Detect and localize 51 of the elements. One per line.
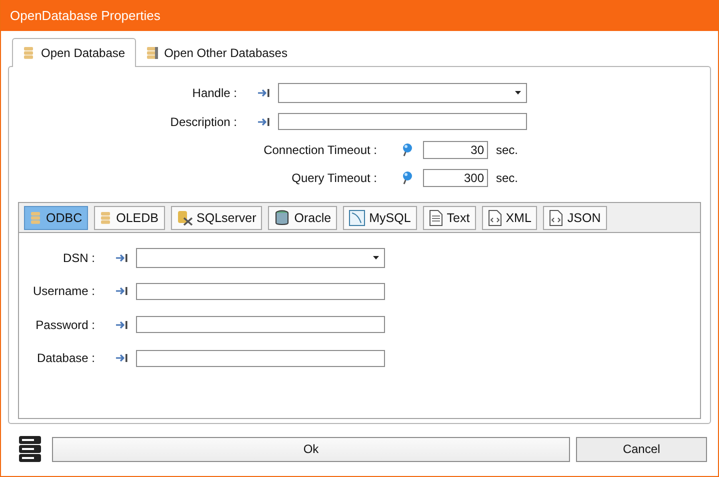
caret-icon [515,90,521,94]
input-field[interactable]: 300 [423,169,488,187]
source-button[interactable]: SQLserver [170,206,262,230]
field-label: Description : [169,114,237,128]
database-icon [274,210,290,226]
arrow-icon [116,286,128,296]
input-field[interactable]: 30 [423,141,488,159]
field-label: Username : [32,284,95,298]
pin-icon [401,171,413,185]
source-button[interactable]: XML [482,206,538,230]
source-button[interactable]: OLEDB [94,206,165,230]
cancel-button[interactable]: Cancel [576,436,707,462]
input-field[interactable] [136,350,385,367]
window-title: OpenDatabase Properties [10,8,160,23]
dropdown-field[interactable] [136,248,385,268]
tab[interactable]: Open Database [12,38,136,67]
field-label: DSN : [62,250,95,265]
arrow-icon [258,116,270,126]
caret-icon [373,256,379,260]
source-button[interactable]: Oracle [268,206,338,230]
database-icon [30,210,42,224]
field-label: Connection Timeout : [262,143,377,157]
database-icon [23,46,35,60]
source-button[interactable]: ODBC [24,206,88,230]
database-tools-icon [176,210,193,226]
document-icon [428,210,443,226]
arrow-icon [116,252,128,263]
tab[interactable]: Open Other Databases [136,40,298,66]
source-button[interactable]: JSON [543,206,607,230]
document-icon [549,210,564,226]
document-icon [488,210,502,226]
arrow-icon [116,320,128,330]
field-label: Query Timeout : [290,171,377,185]
database-icon [19,436,41,462]
ok-button[interactable]: Ok [52,436,570,462]
database-icon [100,210,112,224]
unit-label: sec. [496,171,518,185]
input-field[interactable] [278,113,527,130]
field-label: Handle : [191,86,237,100]
pin-icon [401,143,413,157]
input-field[interactable] [136,282,385,300]
field-label: Database : [36,351,95,366]
input-field[interactable] [136,316,385,334]
database-icon [146,46,158,60]
arrow-icon [116,353,128,364]
unit-label: sec. [496,143,518,157]
source-button[interactable]: MySQL [343,206,417,230]
source-button[interactable]: Text [422,206,476,230]
arrow-icon [258,88,270,98]
dropdown-field[interactable] [278,82,527,102]
field-label: Password : [34,318,95,332]
